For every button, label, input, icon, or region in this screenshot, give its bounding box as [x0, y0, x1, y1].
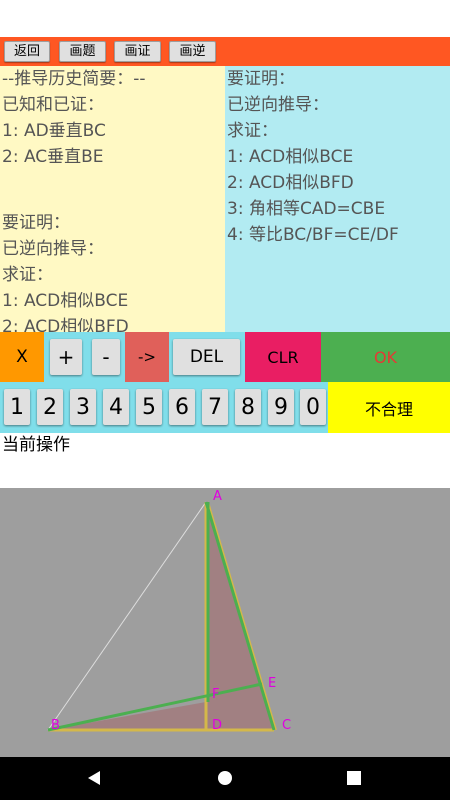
digit-8-key[interactable]: 8	[235, 389, 261, 425]
operator-key-row: X + - -> DEL CLR OK	[0, 332, 450, 382]
draw-problem-button[interactable]: 画题	[59, 41, 106, 62]
proof-goals-panel[interactable]: 要证明： 已逆向推导： 求证： 1: ACD相似BCE 2: ACD相似BFD …	[225, 66, 450, 332]
goal-line: 3: 角相等CAD=CBE	[227, 199, 386, 219]
clear-key[interactable]: CLR	[245, 332, 321, 382]
point-label-a: A	[213, 489, 222, 504]
home-circle-icon[interactable]	[213, 766, 237, 790]
unreasonable-key[interactable]: 不合理	[328, 382, 450, 433]
digit-5-key[interactable]: 5	[136, 389, 162, 425]
digit-4-key[interactable]: 4	[103, 389, 129, 425]
top-toolbar: 返回 画题 画证 画逆	[0, 37, 450, 66]
point-label-d: D	[212, 718, 222, 733]
delete-key[interactable]: DEL	[173, 339, 240, 375]
point-label-e: E	[268, 676, 276, 691]
goal-line: 2: ACD相似BFD	[227, 173, 354, 193]
history-line: 1: AD垂直BC	[2, 121, 106, 141]
digit-7-key[interactable]: 7	[202, 389, 228, 425]
draw-reverse-button[interactable]: 画逆	[169, 41, 216, 62]
x-key[interactable]: X	[0, 332, 44, 382]
digit-2-key[interactable]: 2	[37, 389, 63, 425]
current-operation-label: 当前操作	[2, 435, 70, 455]
digit-0-key[interactable]: 0	[300, 389, 326, 425]
digit-9-key[interactable]: 9	[268, 389, 294, 425]
history-line: 已知和已证：	[2, 95, 104, 115]
history-line: 已逆向推导：	[2, 239, 104, 259]
plus-key[interactable]: +	[50, 339, 82, 375]
goal-line: 4: 等比BC/BF=CE/DF	[227, 225, 399, 245]
goal-line: 求证：	[227, 121, 278, 141]
history-line: 2: AC垂直BE	[2, 147, 104, 167]
ok-key[interactable]: OK	[321, 332, 450, 382]
derivation-history-panel[interactable]: --推导历史简要：-- 已知和已证： 1: AD垂直BC 2: AC垂直BE 要…	[0, 66, 225, 332]
history-heading: --推导历史简要：--	[2, 69, 146, 89]
minus-key[interactable]: -	[92, 339, 120, 375]
segment-ab	[47, 501, 207, 731]
point-label-f: F	[212, 687, 219, 702]
point-label-c: C	[282, 718, 291, 733]
goal-line: 要证明：	[227, 69, 295, 89]
digit-6-key[interactable]: 6	[169, 389, 195, 425]
history-line: 要证明：	[2, 213, 70, 233]
recents-square-icon[interactable]	[342, 766, 366, 790]
draw-proof-button[interactable]: 画证	[114, 41, 161, 62]
history-line: 求证：	[2, 265, 53, 285]
digit-3-key[interactable]: 3	[70, 389, 96, 425]
arrow-key[interactable]: ->	[125, 332, 169, 382]
geometry-diagram: A B C D E F	[47, 489, 291, 733]
system-navigation-bar	[0, 757, 450, 800]
digit-1-key[interactable]: 1	[4, 389, 30, 425]
point-label-b: B	[51, 718, 60, 733]
geometry-canvas[interactable]: A B C D E F	[0, 488, 450, 757]
back-button[interactable]: 返回	[4, 41, 50, 62]
back-triangle-icon[interactable]	[82, 766, 106, 790]
goal-line: 1: ACD相似BCE	[227, 147, 354, 167]
history-line: 1: ACD相似BCE	[2, 291, 129, 311]
history-line: 2: ACD相似BFD	[2, 317, 129, 332]
goal-line: 已逆向推导：	[227, 95, 329, 115]
digit-key-row: 1 2 3 4 5 6 7 8 9 0 不合理	[0, 382, 450, 433]
